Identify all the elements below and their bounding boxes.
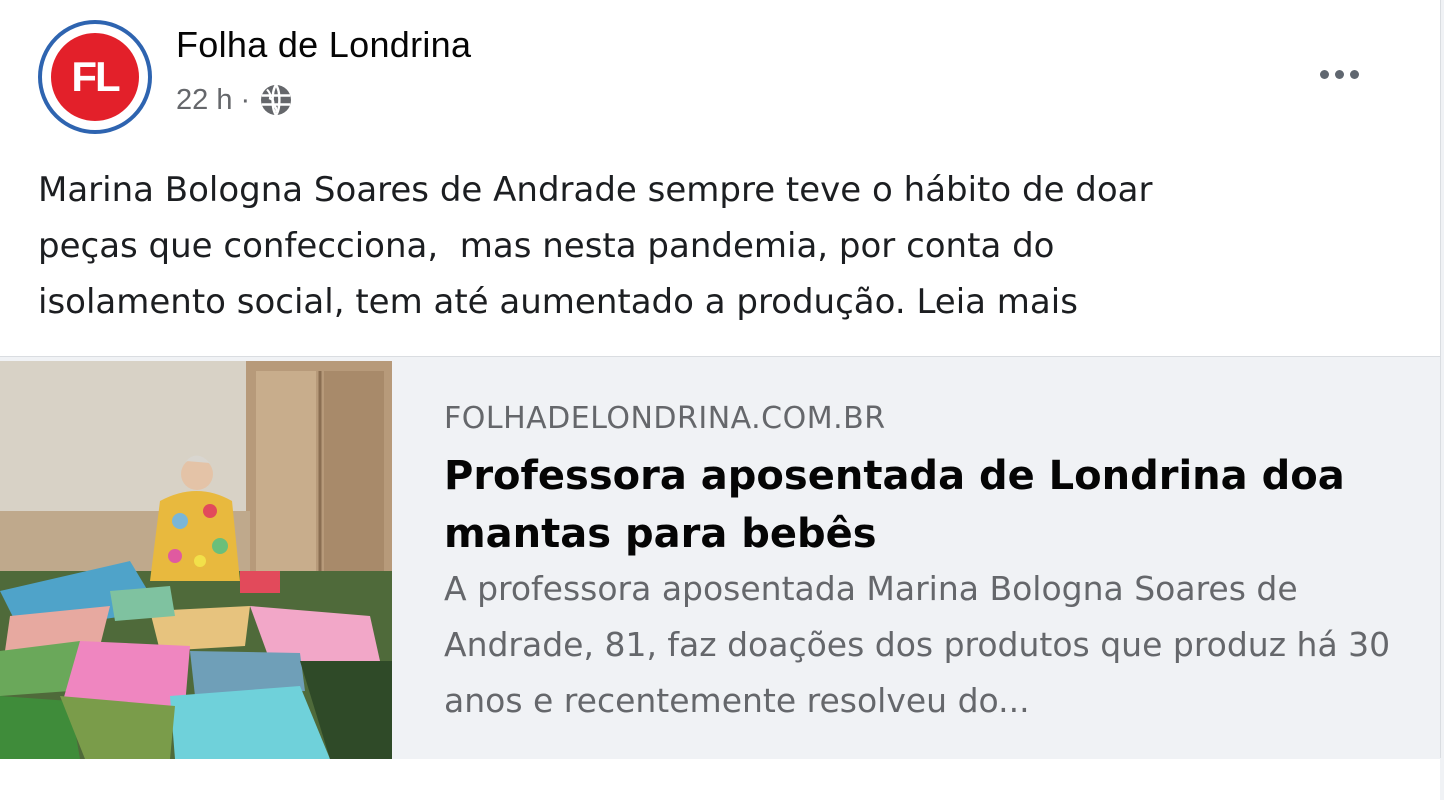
preview-domain: FOLHADELONDRINA.COM.BR <box>444 401 886 436</box>
preview-title[interactable]: Professora aposentada de Londrina doa ma… <box>444 447 1404 563</box>
post-card: FL Folha de Londrina 22 h · Marina Bolog… <box>0 0 1441 800</box>
page-name-link[interactable]: Folha de Londrina <box>176 24 471 66</box>
more-options-button[interactable] <box>1306 52 1372 96</box>
post-footer <box>0 759 1440 800</box>
preview-description: A professora aposentada Marina Bologna S… <box>444 569 1391 720</box>
globe-icon <box>258 82 294 118</box>
more-options-icon <box>1319 69 1329 79</box>
page-avatar[interactable]: FL <box>38 20 152 134</box>
link-preview[interactable]: FOLHADELONDRINA.COM.BR Professora aposen… <box>0 356 1440 760</box>
meta-separator: · <box>240 83 251 116</box>
post-meta: 22 h · <box>176 82 294 118</box>
preview-image <box>0 361 392 759</box>
avatar-logo: FL <box>47 29 143 125</box>
post-timestamp[interactable]: 22 h <box>176 84 232 117</box>
post-text: Marina Bologna Soares de Andrade sempre … <box>38 170 1153 322</box>
